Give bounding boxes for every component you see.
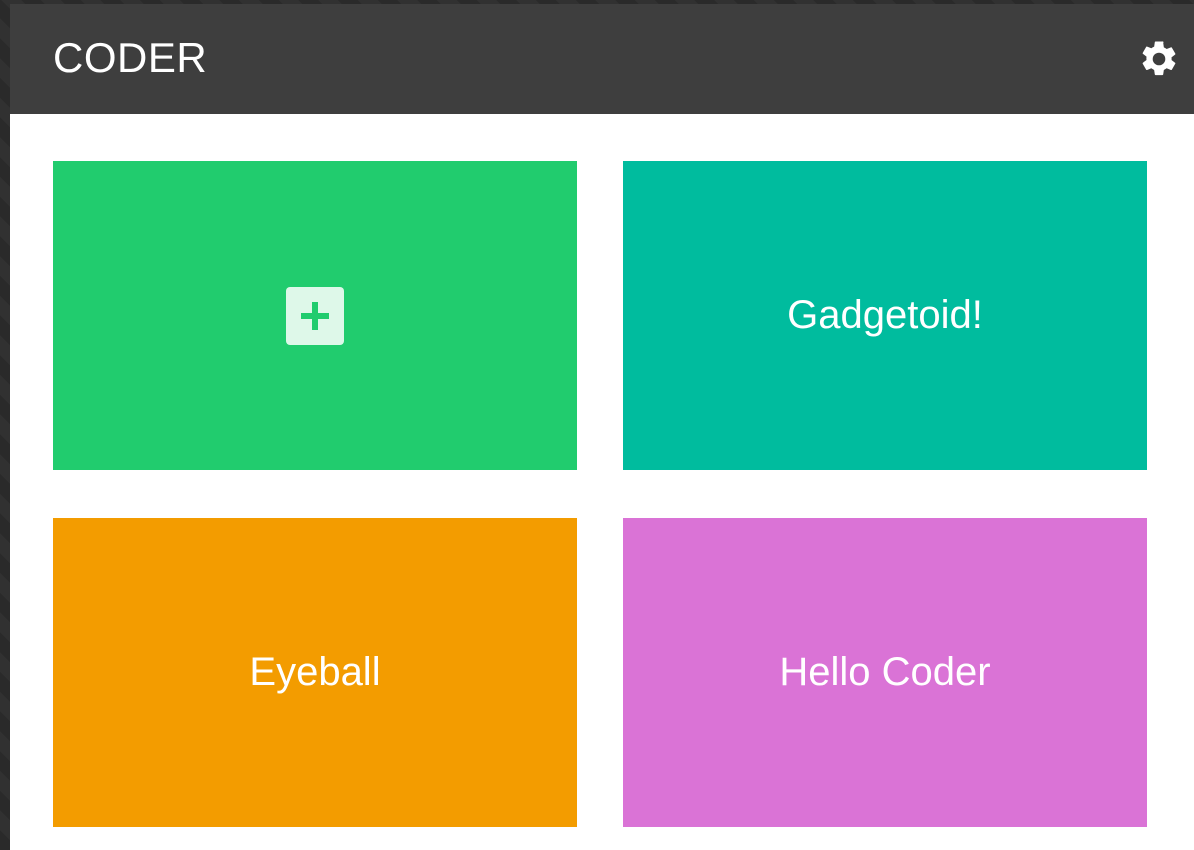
plus-icon xyxy=(301,301,329,330)
new-app-tile[interactable] xyxy=(53,161,577,470)
app-tile-hello-coder[interactable]: Hello Coder xyxy=(623,518,1147,827)
app-tile-label: Hello Coder xyxy=(779,650,991,694)
add-app-button[interactable] xyxy=(286,286,344,345)
app-tile-label: Gadgetoid! xyxy=(787,293,983,337)
app-tile-gadgetoid[interactable]: Gadgetoid! xyxy=(623,161,1147,470)
apps-grid: Gadgetoid! Eyeball Hello Coder xyxy=(10,114,1194,850)
settings-button[interactable] xyxy=(1138,38,1180,80)
app-window: CODER Gadgetoid! Eyeball Hello Coder xyxy=(10,4,1194,850)
app-title: CODER xyxy=(53,34,208,81)
app-tile-eyeball[interactable]: Eyeball xyxy=(53,518,577,827)
app-header: CODER xyxy=(10,4,1194,114)
gear-icon xyxy=(1142,41,1176,76)
app-tile-label: Eyeball xyxy=(249,650,381,694)
